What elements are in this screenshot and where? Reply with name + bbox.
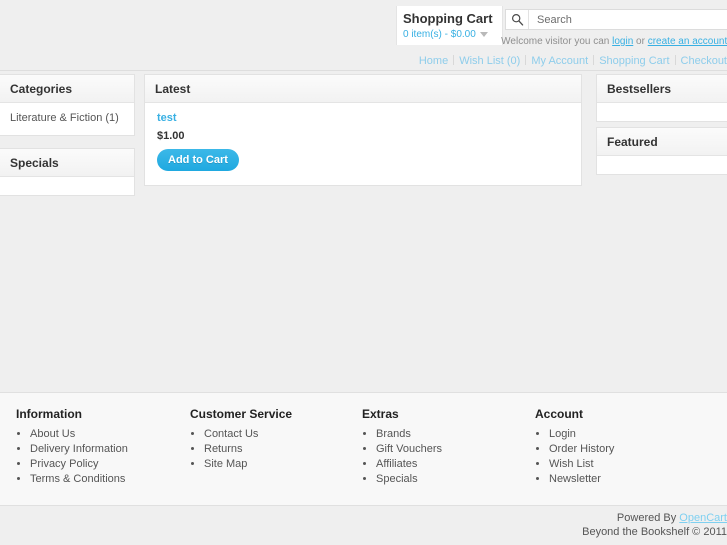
search-icon: [506, 10, 529, 29]
footer-link-login[interactable]: Login: [549, 427, 614, 442]
footer-link-gift-vouchers[interactable]: Gift Vouchers: [376, 442, 442, 457]
latest-panel: Latest test $1.00 Add to Cart: [144, 74, 582, 186]
latest-content: test $1.00 Add to Cart: [145, 103, 581, 185]
specials-panel: Specials: [0, 148, 135, 196]
categories-heading: Categories: [0, 75, 134, 103]
footer-column-customer-service: Customer Service Contact Us Returns Site…: [190, 407, 292, 472]
categories-content: Literature & Fiction (1): [0, 103, 134, 135]
product-item: test $1.00 Add to Cart: [157, 112, 569, 171]
footer-list-information: About Us Delivery Information Privacy Po…: [16, 427, 128, 487]
cart-title: Shopping Cart: [403, 11, 493, 26]
product-name-link[interactable]: test: [157, 112, 177, 124]
page-footer: Information About Us Delivery Informatio…: [0, 392, 727, 506]
bestsellers-panel: Bestsellers: [596, 74, 727, 122]
featured-heading: Featured: [597, 128, 727, 156]
footer-link-privacy-policy[interactable]: Privacy Policy: [30, 457, 128, 472]
welcome-middle: or: [633, 36, 648, 47]
nav-link-shopping-cart[interactable]: Shopping Cart: [594, 55, 674, 67]
footer-link-newsletter[interactable]: Newsletter: [549, 472, 614, 487]
featured-panel: Featured: [596, 127, 727, 175]
footer-link-affiliates[interactable]: Affiliates: [376, 457, 442, 472]
footer-link-site-map[interactable]: Site Map: [204, 457, 292, 472]
footer-link-delivery-information[interactable]: Delivery Information: [30, 442, 128, 457]
specials-heading: Specials: [0, 149, 134, 177]
footer-column-account: Account Login Order History Wish List Ne…: [535, 407, 614, 487]
copyright-line: Beyond the Bookshelf © 2011: [582, 526, 727, 538]
footer-column-extras: Extras Brands Gift Vouchers Affiliates S…: [362, 407, 442, 487]
featured-content: [597, 156, 727, 174]
footer-list-account: Login Order History Wish List Newsletter: [535, 427, 614, 487]
opencart-link[interactable]: OpenCart: [679, 512, 727, 524]
powered-by-line: Powered By OpenCart: [0, 511, 727, 525]
categories-panel: Categories Literature & Fiction (1): [0, 74, 135, 136]
page-header: Shopping Cart 0 item(s) - $0.00 Welcome …: [0, 0, 727, 71]
header-divider: [0, 70, 727, 71]
latest-heading: Latest: [145, 75, 581, 103]
bestsellers-content: [597, 103, 727, 121]
footer-heading-extras: Extras: [362, 407, 399, 421]
search-box[interactable]: [505, 9, 727, 30]
login-link[interactable]: login: [612, 36, 633, 47]
specials-content: [0, 177, 134, 195]
category-item[interactable]: Literature & Fiction (1): [10, 111, 124, 125]
nav-link-my-account[interactable]: My Account: [526, 55, 593, 67]
footer-list-extras: Brands Gift Vouchers Affiliates Specials: [362, 427, 442, 487]
bestsellers-heading: Bestsellers: [597, 75, 727, 103]
search-input[interactable]: [529, 11, 727, 28]
footer-link-about-us[interactable]: About Us: [30, 427, 128, 442]
nav-link-home[interactable]: Home: [414, 55, 453, 67]
footer-heading-information: Information: [16, 407, 82, 421]
nav-link-checkout[interactable]: Checkout: [676, 55, 727, 67]
product-price: $1.00: [157, 130, 185, 142]
footer-column-information: Information About Us Delivery Informatio…: [16, 407, 128, 487]
footer-link-returns[interactable]: Returns: [204, 442, 292, 457]
footer-link-terms-conditions[interactable]: Terms & Conditions: [30, 472, 128, 487]
footer-link-wish-list[interactable]: Wish List: [549, 457, 614, 472]
footer-heading-customer-service: Customer Service: [190, 407, 293, 421]
welcome-prefix: Welcome visitor you can: [501, 36, 613, 47]
powered-by-prefix: Powered By: [616, 512, 680, 524]
footer-heading-account: Account: [535, 407, 583, 421]
top-navigation: Home Wish List (0) My Account Shopping Cart…: [330, 55, 727, 67]
add-to-cart-button[interactable]: Add to Cart: [157, 149, 239, 171]
nav-link-wish-list[interactable]: Wish List (0): [454, 55, 525, 67]
footer-list-customer-service: Contact Us Returns Site Map: [190, 427, 292, 472]
footer-link-brands[interactable]: Brands: [376, 427, 442, 442]
footer-link-specials[interactable]: Specials: [376, 472, 442, 487]
footer-link-contact-us[interactable]: Contact Us: [204, 427, 292, 442]
create-account-link[interactable]: create an account: [648, 36, 727, 47]
footer-link-order-history[interactable]: Order History: [549, 442, 614, 457]
powered-by-bar: Powered By OpenCart Beyond the Bookshelf…: [0, 506, 727, 545]
welcome-message: Welcome visitor you can login or create …: [400, 36, 727, 47]
